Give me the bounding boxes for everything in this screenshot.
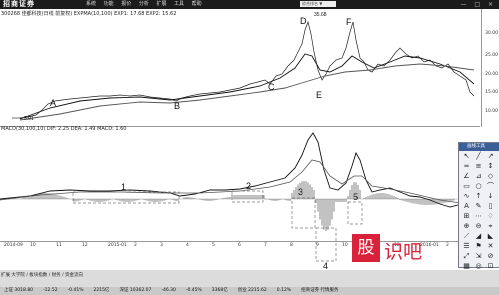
draw-tool-icon[interactable]: ╱ [473,152,484,161]
draw-tool-icon[interactable]: ◇ [485,172,496,181]
draw-tool-icon[interactable]: A [461,202,472,211]
draw-tool-icon[interactable]: ⊡ [485,262,496,271]
high-price-label: 35.68 [314,12,327,18]
draw-tool-icon[interactable]: ☰ [461,242,472,251]
region-label-1: 1 [121,182,126,192]
draw-tool-icon[interactable]: ↗ [485,152,496,161]
region-label-3: 3 [298,187,303,197]
draw-tool-icon[interactable]: ✕ [485,242,496,251]
date-axis-tick: 10 [30,243,36,248]
date-axis-tick: 6 [238,243,241,248]
draw-tool-icon[interactable]: ↖ [461,152,472,161]
dif-line [0,132,475,211]
draw-tool-icon[interactable]: ▭ [461,182,472,191]
draw-tool-icon[interactable]: ∠ [461,172,472,181]
dea-line [0,159,475,206]
price-line [19,20,475,119]
draw-tool-icon[interactable]: ⇲ [473,252,484,261]
date-axis-tick: 9 [316,243,319,248]
point-label-a: A [50,98,56,108]
date-axis-tick: 11 [56,243,62,248]
draw-tool-icon[interactable]: ○ [473,182,484,191]
status-item: 3368亿 [211,288,228,293]
date-axis-tick: 5 [212,243,215,248]
date-axis-tick: 12 [82,243,88,248]
watermark: 股 识吧 [352,234,451,268]
draw-tool-icon[interactable]: ↓ [485,192,496,201]
status-item: -0.45% [185,288,202,293]
status-item: -12.52 [43,288,58,293]
price-series [19,20,475,121]
status-item: 上证 3018.80 [4,288,34,293]
status-item: -0.41% [67,288,84,293]
region-box-3 [291,197,316,229]
draw-tool-icon[interactable]: ⋯ [473,212,484,221]
watermark-box: 股 [352,234,380,262]
draw-tool-icon[interactable]: ↕ [485,162,496,171]
status-item: 招商证券 行情服务 [301,288,339,293]
toolbox-title: 画线工具 [459,143,499,151]
date-axis-tick: 2015-01 [108,243,127,248]
status-item: -46.30 [161,288,176,293]
status-item: 2215亿 [93,288,110,293]
draw-tool-icon[interactable]: ♢ [485,212,496,221]
point-label-f: F [346,17,352,27]
status-item: 0.12% [276,288,292,293]
draw-tool-icon[interactable]: ◣ [485,232,496,241]
draw-tool-icon[interactable]: ⌖ [485,222,496,231]
status-bar: 上证 3018.80 -12.52 -0.41% 2215亿 深证 10362.07 -4… [0,287,499,295]
ema-short-line [19,53,475,120]
draw-tool-icon[interactable]: ⊿ [473,172,484,181]
point-label-c: C [268,82,275,92]
date-axis-tick: 8 [290,243,293,248]
date-axis-tick: 7 [264,243,267,248]
bottom-tabs[interactable]: 扩展 大学院 / 板块指数 / 财务 / 资金流向 [1,272,83,278]
draw-tool-icon[interactable]: ▦ [461,262,472,271]
point-label-d: D [300,16,307,26]
draw-tool-icon[interactable]: ═ [461,162,472,171]
draw-tool-icon[interactable]: ✎ [473,202,484,211]
draw-tool-icon[interactable]: ↑ [473,192,484,201]
drawing-toolbox: 画线工具 ↖ ╱ ↗ ═ ≡ ↕ ∠ ⊿ ◇ ▭ ○ ⌒ ∿ ↑ ↓ A ✎ ▯ ⊞ ⋯ ♢ ⊕ ⊖ ⌖ ⟋ ◢ ◣ ☰ ⚑ ✕ ⤢ ⇲ ⊘ ▦ ◎… [458,142,499,270]
ema-long-line [19,63,475,121]
draw-tool-icon[interactable]: ⊖ [473,222,484,231]
draw-tool-icon[interactable]: ▯ [485,202,496,211]
draw-tool-icon[interactable]: ◢ [473,232,484,241]
region-boxes [72,190,363,262]
low-price-label: 5.91 [24,116,34,122]
draw-tool-icon[interactable]: ⊕ [461,222,472,231]
region-label-2: 2 [246,181,251,191]
date-axis-tick: 10 [342,243,348,248]
date-axis-tick: 4 [186,243,189,248]
region-box-5 [347,201,363,225]
draw-tool-icon[interactable]: ⌒ [485,182,496,191]
watermark-text: 识吧 [384,241,423,263]
draw-tool-icon[interactable]: ∿ [461,192,472,201]
date-axis-tick: 2 [134,243,137,248]
point-label-e: E [316,90,322,100]
point-label-b: B [174,101,180,111]
region-box-2 [231,190,264,203]
draw-tool-icon[interactable]: ⤢ [461,252,472,261]
draw-tool-icon[interactable]: ⚑ [473,242,484,251]
draw-tool-icon[interactable]: ⟋ [461,232,472,241]
draw-tool-icon[interactable]: ⊞ [461,212,472,221]
toolbox-grid: ↖ ╱ ↗ ═ ≡ ↕ ∠ ⊿ ◇ ▭ ○ ⌒ ∿ ↑ ↓ A ✎ ▯ ⊞ ⋯ ♢ ⊕ ⊖ ⌖ ⟋ ◢ ◣ ☰ ⚑ ✕ ⤢ ⇲ ⊘ ▦ ◎ ⊡ [459,151,499,273]
date-axis-tick: 3 [160,243,163,248]
status-item: 深证 10362.07 [119,288,152,293]
draw-tool-icon[interactable]: ≡ [473,162,484,171]
region-label-5: 5 [353,192,358,202]
draw-tool-icon[interactable]: ⊘ [485,252,496,261]
date-axis-tick: 2014-09 [4,243,23,248]
draw-tool-icon[interactable]: ◎ [473,262,484,271]
status-item: 创业 2215.62 [237,288,267,293]
